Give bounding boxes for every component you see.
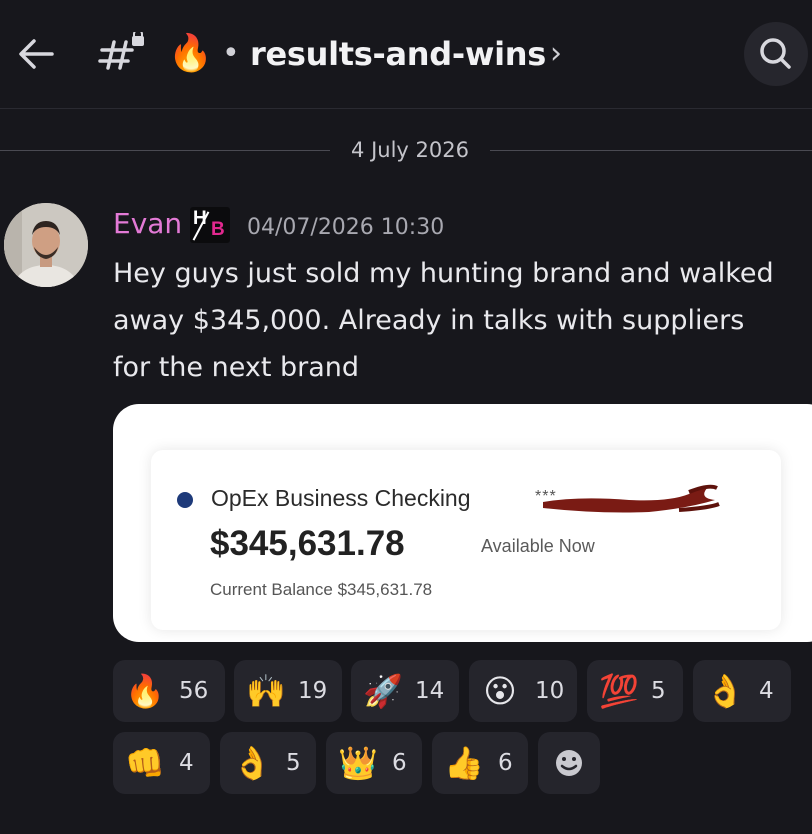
message-body: Hey guys just sold my hunting brand and … [113, 258, 774, 383]
reaction-ok-hand[interactable]: 👌 4 [693, 660, 791, 722]
available-balance: $345,631.78 [210, 524, 405, 563]
date-divider-line-right [490, 150, 812, 151]
reaction-fist[interactable]: 👊 4 [113, 732, 210, 794]
avatar[interactable] [4, 203, 88, 287]
date-divider: 4 July 2026 [351, 138, 469, 162]
ok-hand-icon: 👌 [232, 744, 272, 782]
reaction-thumbs-up[interactable]: 👍 6 [432, 732, 528, 794]
account-dot-icon [177, 492, 193, 508]
raised-hands-icon: 🙌 [246, 672, 286, 710]
reaction-count: 10 [535, 678, 565, 704]
reaction-count: 6 [392, 750, 407, 776]
hundred-points-icon: 💯 [599, 672, 639, 710]
redaction-scribble [543, 484, 720, 513]
reaction-hundred[interactable]: 💯 5 [587, 660, 683, 722]
username[interactable]: Evan [113, 206, 182, 242]
ok-hand-icon: 👌 [705, 672, 745, 710]
bank-balance-card: OpEx Business Checking *** $345,631.78 A… [151, 450, 781, 630]
reaction-count: 56 [179, 678, 209, 704]
fist-bump-icon: 👊 [125, 744, 165, 782]
rocket-icon: 🚀 [363, 672, 403, 710]
separator-dot: • [222, 36, 240, 71]
reaction-fire[interactable]: 🔥 56 [113, 660, 225, 722]
current-balance: Current Balance $345,631.78 [210, 580, 433, 599]
reaction-count: 5 [651, 678, 666, 704]
reaction-count: 5 [286, 750, 301, 776]
surprised-face-icon: 😮 [483, 672, 517, 710]
image-attachment[interactable]: OpEx Business Checking *** $345,631.78 A… [113, 404, 812, 642]
fire-icon: 🔥 [125, 672, 165, 710]
badge-letter-bottom: B [211, 219, 225, 240]
reaction-count: 6 [498, 750, 513, 776]
locked-hash-icon [98, 32, 144, 70]
reaction-count: 4 [759, 678, 774, 704]
reaction-rocket[interactable]: 🚀 14 [351, 660, 459, 722]
role-badge-icon: H B [190, 207, 230, 243]
date-divider-line-left [0, 150, 330, 151]
reaction-count: 4 [179, 750, 194, 776]
back-arrow-icon[interactable] [14, 32, 58, 76]
crown-icon: 👑 [338, 744, 378, 782]
search-icon [760, 38, 791, 69]
reaction-surprised[interactable]: 😮 10 [469, 660, 577, 722]
reaction-crown[interactable]: 👑 6 [326, 732, 422, 794]
thumbs-up-icon: 👍 [444, 744, 484, 782]
reaction-count: 14 [415, 678, 445, 704]
message-timestamp: 04/07/2026 10:30 [247, 215, 445, 240]
chevron-right-icon[interactable]: › [550, 34, 562, 74]
add-reaction-button[interactable] [538, 732, 600, 794]
search-button[interactable] [744, 22, 808, 86]
channel-name[interactable]: results-and-wins [250, 34, 546, 74]
channel-emoji: 🔥 [168, 33, 213, 74]
reaction-count: 19 [298, 678, 328, 704]
add-reaction-icon [556, 750, 582, 776]
channel-header: 🔥 • results-and-wins › [0, 0, 812, 109]
avatar-photo [4, 203, 88, 287]
account-name: OpEx Business Checking [211, 485, 471, 511]
reaction-ok-hand-2[interactable]: 👌 5 [220, 732, 316, 794]
available-label: Available Now [481, 536, 595, 556]
reaction-raised-hands[interactable]: 🙌 19 [234, 660, 342, 722]
